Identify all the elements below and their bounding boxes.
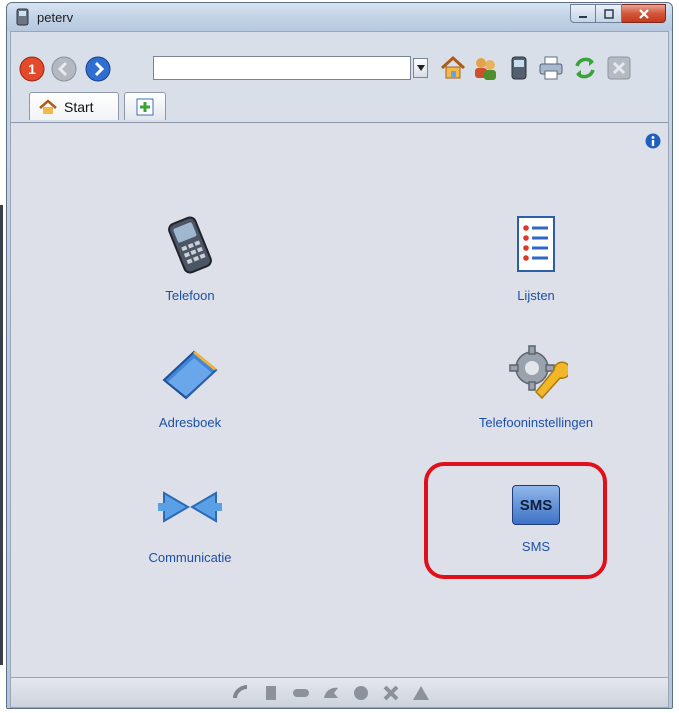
sms-highlight-box [424, 462, 607, 579]
phone-icon [168, 216, 212, 274]
alert-icon[interactable] [411, 684, 431, 702]
communication-icon [158, 491, 222, 523]
reject-icon[interactable] [321, 684, 341, 702]
tile-telefoon-label: Telefoon [165, 288, 215, 303]
start-page: Telefoon Lijsten Adresboek Telefooninste… [10, 122, 669, 678]
app-phone-icon [16, 8, 29, 26]
svg-text:1: 1 [28, 61, 36, 77]
tile-telefooninstellingen-label: Telefooninstellingen [478, 415, 594, 430]
close-window-button[interactable] [622, 4, 666, 23]
end-call-icon[interactable] [291, 684, 311, 702]
home-icon [39, 98, 57, 114]
address-dropdown-button[interactable] [413, 58, 428, 78]
refresh-icon[interactable] [571, 54, 599, 82]
tab-bar: Start [10, 84, 669, 122]
info-icon[interactable] [645, 133, 661, 149]
title-bar[interactable]: peterv [7, 3, 672, 31]
list-icon [517, 216, 555, 272]
maximize-icon [603, 8, 614, 19]
tab-start[interactable]: Start [29, 92, 119, 120]
address-input[interactable] [153, 56, 411, 80]
address-book-icon [162, 350, 218, 400]
app-window: peterv 1 Start Telefoon Lijsten Adresboe… [6, 2, 673, 709]
tab-start-label: Start [64, 98, 94, 115]
stop-icon[interactable]: 1 [19, 56, 45, 82]
tile-communicatie-label: Communicatie [148, 550, 232, 565]
back-icon[interactable] [51, 56, 77, 82]
minimize-button[interactable] [570, 4, 596, 23]
address-bar [153, 56, 433, 82]
tile-adresboek[interactable]: Adresboek [115, 340, 265, 430]
forward-icon[interactable] [85, 56, 111, 82]
tile-telefoon[interactable]: Telefoon [115, 213, 265, 303]
dropdown-icon [416, 65, 425, 71]
cancel-icon[interactable] [605, 54, 633, 82]
minimize-icon [579, 15, 587, 18]
close-icon [638, 8, 649, 19]
clear-icon[interactable] [381, 684, 401, 702]
tile-telefooninstellingen[interactable]: Telefooninstellingen [431, 340, 641, 430]
left-edge-shadow [0, 205, 3, 665]
tab-add[interactable] [124, 92, 166, 120]
tile-adresboek-label: Adresboek [158, 415, 222, 430]
contacts-icon[interactable] [471, 54, 499, 82]
mute-icon[interactable] [351, 684, 371, 702]
tile-communicatie[interactable]: Communicatie [115, 475, 265, 565]
maximize-button[interactable] [596, 4, 622, 23]
print-icon[interactable] [537, 54, 565, 82]
settings-icon [509, 345, 571, 400]
window-title: peterv [37, 10, 74, 25]
call-icon[interactable] [231, 684, 251, 702]
dial-icon[interactable] [261, 684, 281, 702]
home-icon[interactable] [439, 54, 467, 82]
status-bar [10, 678, 669, 708]
tile-lijsten-label: Lijsten [517, 288, 555, 303]
toolbar: 1 [10, 31, 669, 85]
phone-sync-icon[interactable] [505, 54, 533, 82]
tile-lijsten[interactable]: Lijsten [461, 213, 611, 303]
add-tab-icon [136, 98, 154, 115]
